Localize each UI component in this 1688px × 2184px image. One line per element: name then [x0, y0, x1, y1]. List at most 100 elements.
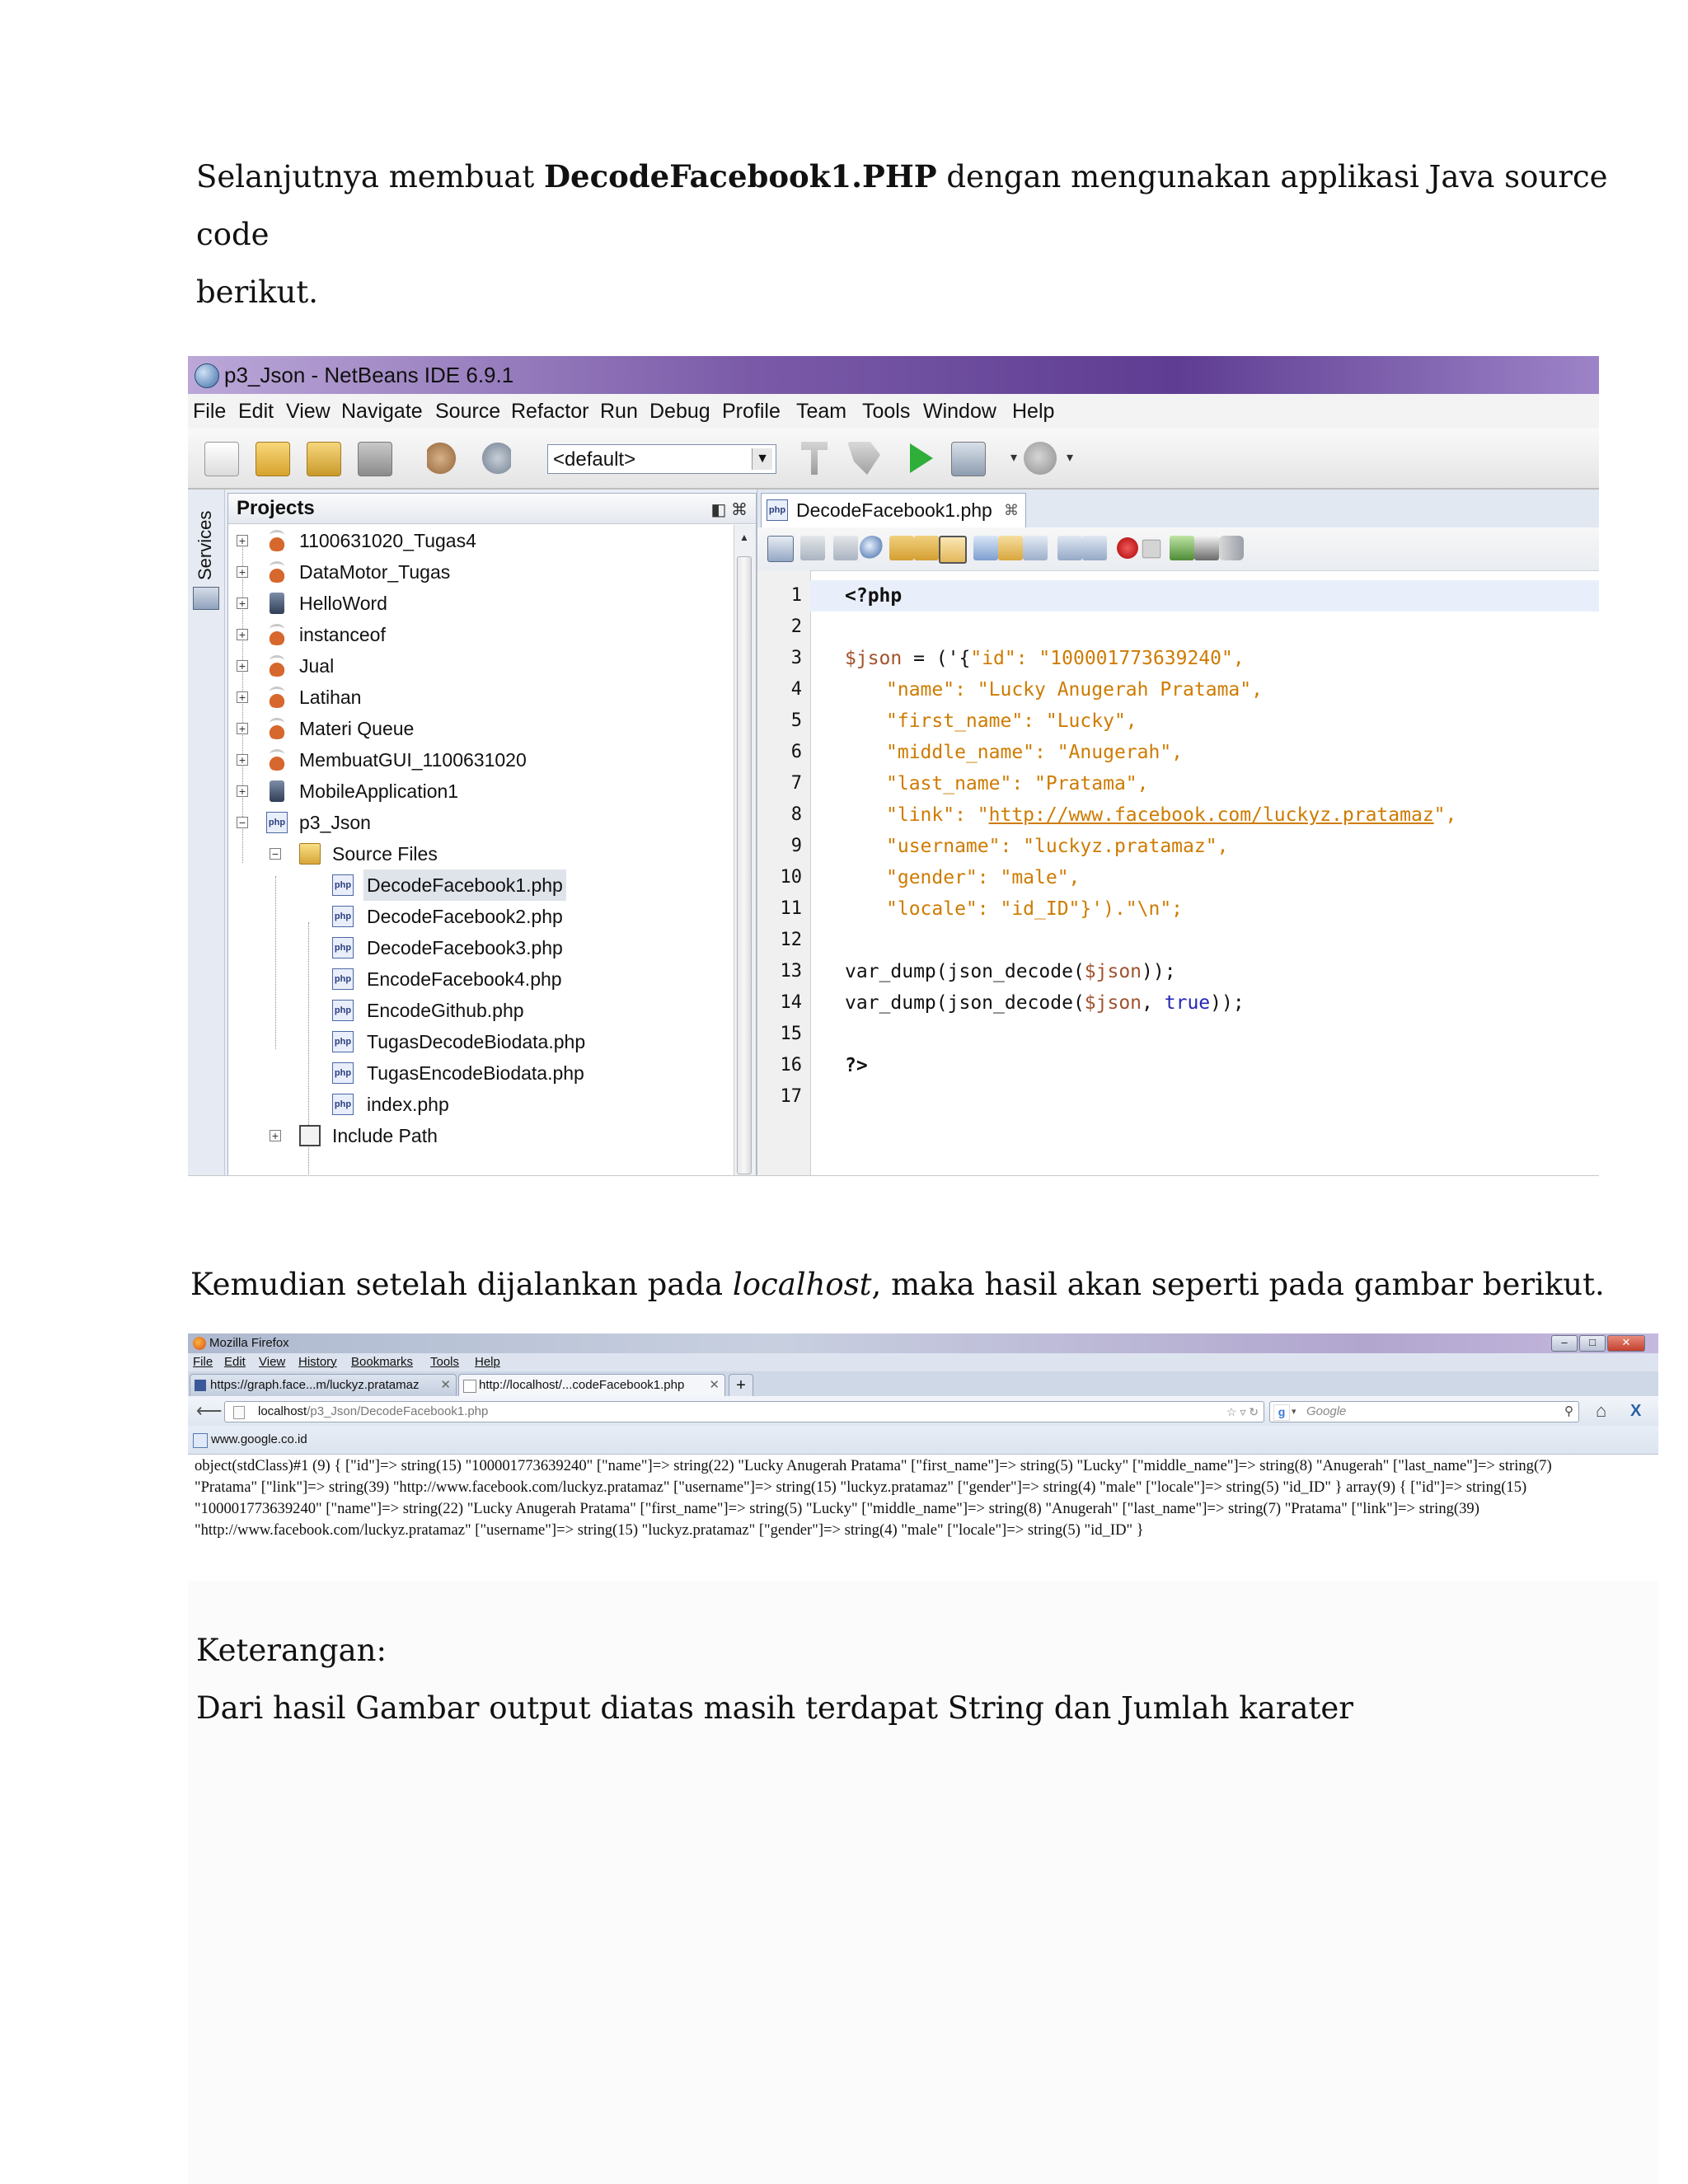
- collapse-icon[interactable]: −: [237, 817, 248, 828]
- expand-icon[interactable]: +: [237, 660, 248, 672]
- back-icon[interactable]: [800, 536, 825, 560]
- collapse-icon[interactable]: −: [270, 848, 281, 860]
- menu-navigate[interactable]: Navigate: [341, 394, 423, 429]
- menu-window[interactable]: Window: [923, 394, 996, 429]
- bookmark-link[interactable]: www.google.co.id: [211, 1426, 307, 1454]
- bookmark-star-icon[interactable]: ☆ ▿ ↻: [1226, 1402, 1259, 1422]
- code-editor[interactable]: <?php $json = ('{"id": "100001773639240"…: [810, 570, 1599, 1175]
- record-macro-icon[interactable]: [1115, 536, 1140, 560]
- editor-toolbar: [757, 527, 1599, 571]
- scroll-up-icon[interactable]: ▲: [739, 532, 749, 543]
- menu-view[interactable]: View: [259, 1353, 285, 1371]
- clean-build-icon[interactable]: [847, 442, 880, 475]
- menu-run[interactable]: Run: [600, 394, 638, 429]
- menu-bookmarks[interactable]: Bookmarks: [351, 1353, 413, 1371]
- php-file-icon: php: [767, 499, 788, 521]
- menu-refactor[interactable]: Refactor: [511, 394, 588, 429]
- stop-macro-icon[interactable]: [1142, 539, 1161, 559]
- close-icon[interactable]: ✕: [440, 1375, 451, 1396]
- close-icon[interactable]: ✕: [1607, 1335, 1645, 1352]
- shift-right-icon[interactable]: [1082, 536, 1107, 560]
- expand-icon[interactable]: +: [237, 723, 248, 734]
- find-next-icon[interactable]: [914, 536, 939, 560]
- shift-left-icon[interactable]: [1057, 536, 1082, 560]
- url-link[interactable]: http://www.facebook.com/luckyz.pratamaz: [989, 804, 1434, 826]
- expand-icon[interactable]: +: [237, 598, 248, 609]
- close-icon[interactable]: ✕: [709, 1375, 720, 1396]
- expand-icon[interactable]: +: [270, 1130, 281, 1141]
- search-box[interactable]: g ▾ Google ⚲: [1269, 1401, 1579, 1422]
- build-hammer-icon[interactable]: [801, 442, 828, 475]
- minimize-icon[interactable]: –: [1551, 1335, 1578, 1352]
- scrollbar-thumb[interactable]: [737, 556, 752, 1174]
- string-literal: "username": "luckyz.pratamaz",: [886, 836, 1229, 857]
- browser-tab[interactable]: https://graph.face...m/luckyz.pratamaz ✕: [190, 1374, 457, 1396]
- new-file-icon[interactable]: [204, 442, 239, 476]
- run-icon[interactable]: [910, 443, 933, 473]
- forward-icon[interactable]: [833, 536, 858, 560]
- menu-file[interactable]: File: [193, 394, 226, 429]
- editor-tab[interactable]: php DecodeFacebook1.php ⌘: [761, 493, 1026, 527]
- previous-bookmark-icon[interactable]: [973, 536, 998, 560]
- menu-history[interactable]: History: [298, 1353, 337, 1371]
- uncomment-icon[interactable]: [1194, 536, 1219, 560]
- projects-scrollbar[interactable]: ▲: [734, 525, 756, 1175]
- debug-icon[interactable]: [951, 442, 986, 476]
- configuration-combo[interactable]: <default> ▼: [547, 444, 776, 474]
- close-icon[interactable]: ⌘: [1004, 494, 1019, 527]
- minimize-close-icon[interactable]: ◧ ⌘: [711, 495, 748, 525]
- line-number: 2: [790, 616, 802, 637]
- services-icon[interactable]: [193, 587, 219, 610]
- toggle-highlight-icon[interactable]: [939, 536, 967, 564]
- database-icon[interactable]: [1219, 536, 1244, 560]
- expand-icon[interactable]: +: [237, 691, 248, 703]
- file-label: EncodeGithub.php: [367, 1000, 524, 1021]
- menu-view[interactable]: View: [286, 394, 331, 429]
- menu-help[interactable]: Help: [475, 1353, 500, 1371]
- menu-profile[interactable]: Profile: [722, 394, 781, 429]
- chevron-down-icon[interactable]: ▾: [1062, 442, 1078, 475]
- home-icon[interactable]: ⌂: [1596, 1401, 1606, 1421]
- expand-icon[interactable]: +: [237, 754, 248, 766]
- php-project-icon: php: [266, 812, 288, 833]
- menu-edit[interactable]: Edit: [238, 394, 274, 429]
- toggle-bookmark-icon[interactable]: [1023, 536, 1048, 560]
- chevron-down-icon[interactable]: ▾: [1006, 442, 1022, 475]
- services-label[interactable]: Services: [195, 511, 216, 580]
- variable: $json: [845, 648, 903, 669]
- maximize-icon[interactable]: □: [1579, 1335, 1606, 1352]
- addon-x-icon[interactable]: X: [1630, 1401, 1641, 1421]
- open-project-icon[interactable]: [307, 442, 341, 476]
- profile-icon[interactable]: [1024, 442, 1057, 475]
- browser-tab-active[interactable]: http://localhost/...codeFacebook1.php ✕: [458, 1374, 725, 1396]
- save-all-icon[interactable]: [358, 442, 392, 476]
- new-tab-button[interactable]: +: [729, 1374, 753, 1396]
- menu-debug[interactable]: Debug: [649, 394, 710, 429]
- menu-tools[interactable]: Tools: [862, 394, 910, 429]
- expand-icon[interactable]: +: [237, 535, 248, 546]
- back-arrow-icon[interactable]: ⟵: [196, 1401, 223, 1421]
- next-bookmark-icon[interactable]: [998, 536, 1023, 560]
- menu-file[interactable]: File: [193, 1353, 213, 1371]
- expand-icon[interactable]: +: [237, 629, 248, 640]
- search-icon[interactable]: [860, 536, 884, 560]
- source-history-icon[interactable]: [767, 536, 794, 562]
- menu-edit[interactable]: Edit: [224, 1353, 246, 1371]
- undo-icon[interactable]: [427, 442, 460, 475]
- comment-icon[interactable]: [1170, 536, 1194, 560]
- menu-tools[interactable]: Tools: [430, 1353, 459, 1371]
- search-icon[interactable]: ⚲: [1564, 1402, 1573, 1422]
- menu-help[interactable]: Help: [1012, 394, 1054, 429]
- chevron-down-icon[interactable]: ▾: [1292, 1402, 1296, 1422]
- code-line-7: "last_name": "Pratama",: [886, 768, 1149, 799]
- menu-team[interactable]: Team: [796, 394, 846, 429]
- find-previous-icon[interactable]: [889, 536, 914, 560]
- expand-icon[interactable]: +: [237, 785, 248, 797]
- url-bar[interactable]: localhost/p3_Json/DecodeFacebook1.php ☆ …: [224, 1401, 1264, 1422]
- new-project-icon[interactable]: [256, 442, 290, 476]
- firefox-tabbar: https://graph.face...m/luckyz.pratamaz ✕…: [188, 1371, 1658, 1397]
- menu-source[interactable]: Source: [435, 394, 500, 429]
- include-path-label: Include Path: [332, 1125, 438, 1146]
- expand-icon[interactable]: +: [237, 566, 248, 578]
- redo-icon[interactable]: [478, 442, 511, 475]
